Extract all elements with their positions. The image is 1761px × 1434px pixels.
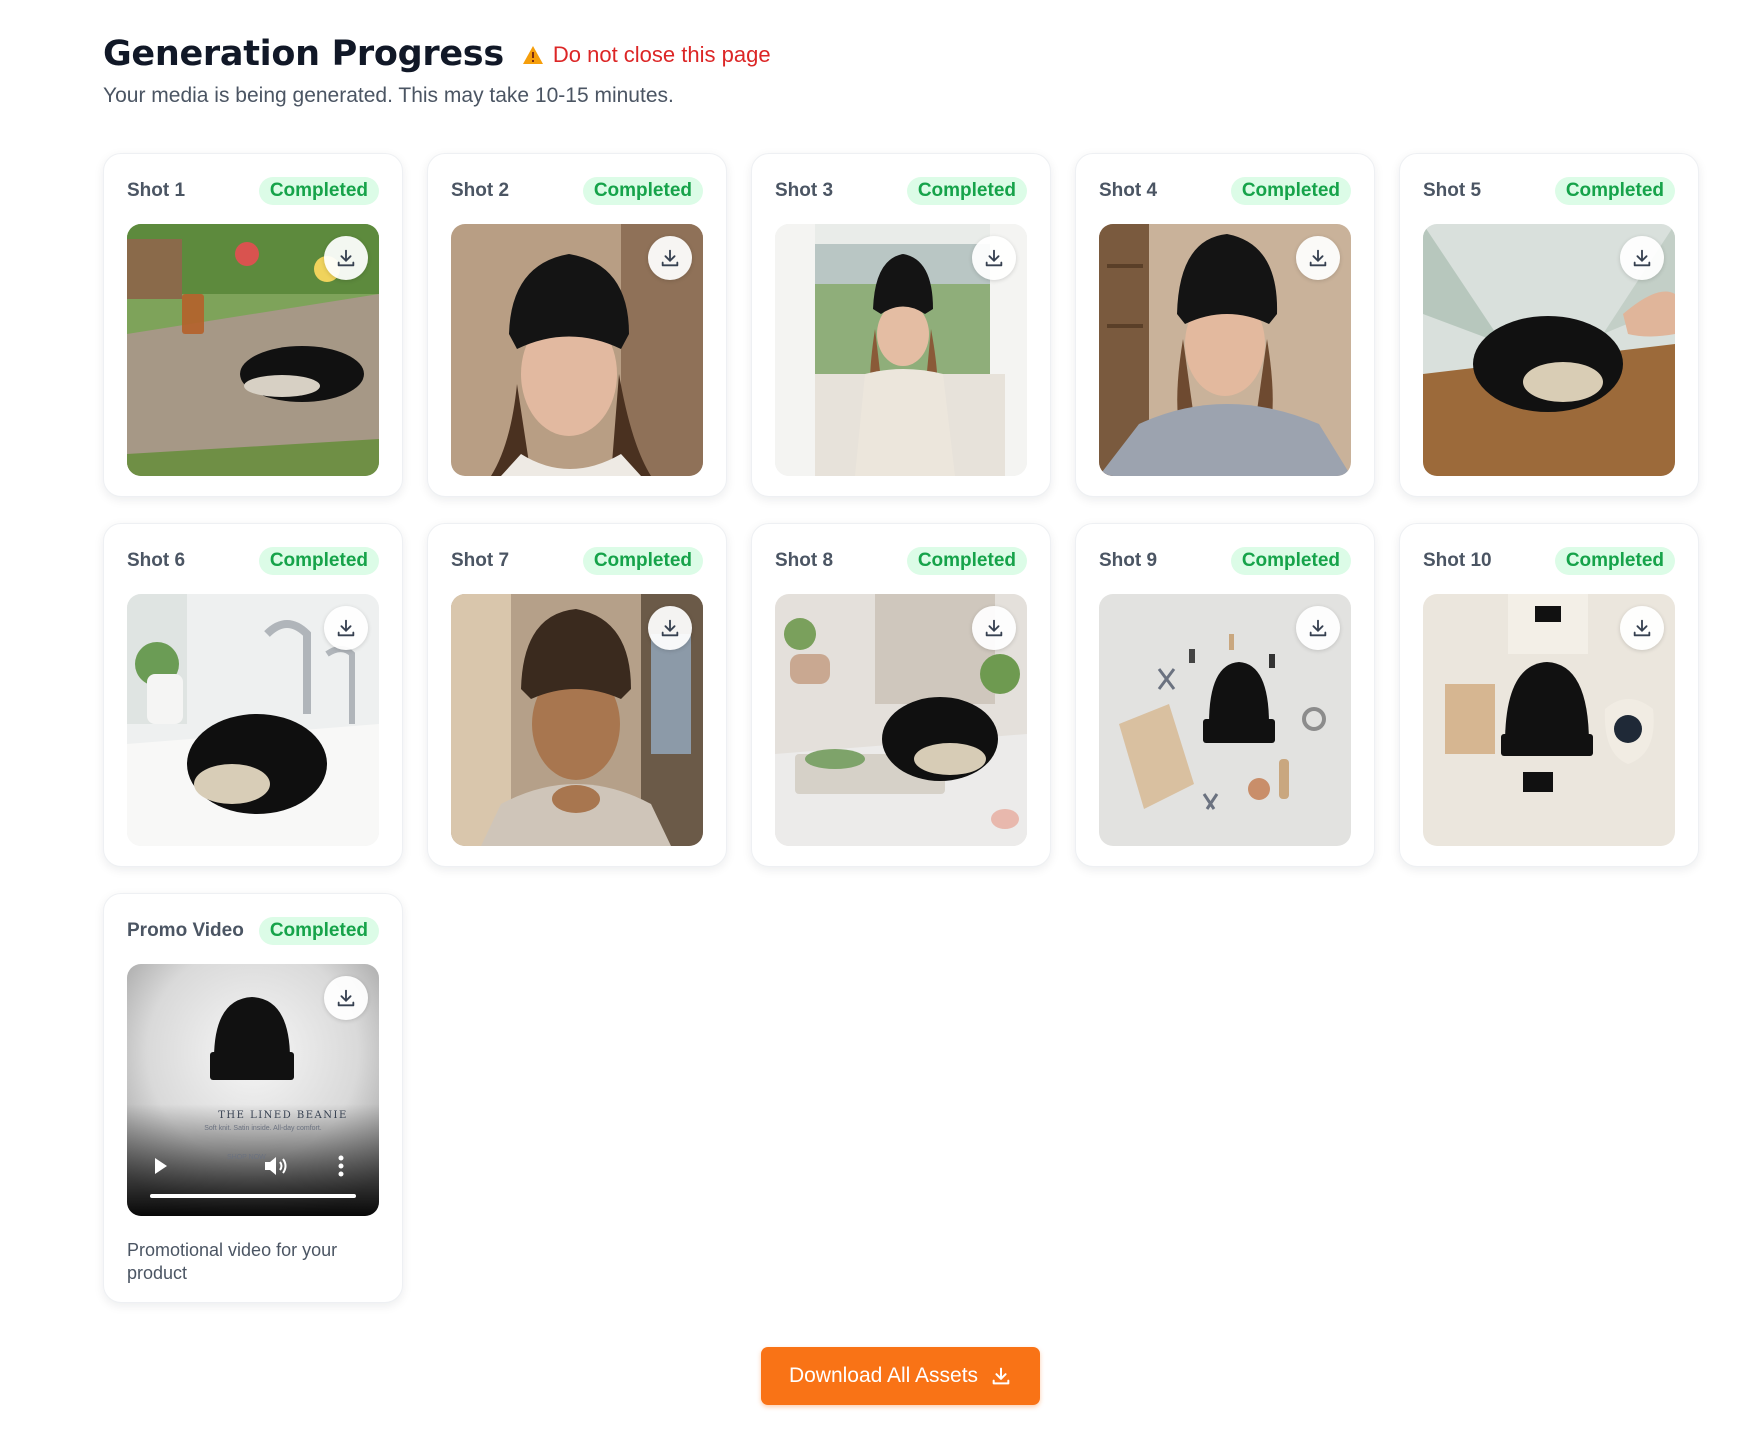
- shot-label: Shot 6: [127, 550, 186, 571]
- download-icon: [1633, 249, 1651, 267]
- download-icon: [337, 619, 355, 637]
- card-header: Shot 1 Completed: [127, 176, 379, 206]
- shot-image[interactable]: [1099, 224, 1351, 476]
- download-button[interactable]: [648, 236, 692, 280]
- warning-text: Do not close this page: [552, 42, 771, 67]
- shot-card-3: Shot 3 Completed: [751, 153, 1051, 497]
- download-icon: [661, 619, 679, 637]
- play-icon[interactable]: [153, 1156, 169, 1176]
- page-header: Generation Progress Do not close this pa…: [103, 34, 771, 108]
- status-badge: Completed: [582, 547, 703, 575]
- download-button[interactable]: [1296, 606, 1340, 650]
- shot-label: Shot 8: [775, 550, 834, 571]
- shot-label: Shot 9: [1099, 550, 1158, 571]
- status-badge: Completed: [1554, 547, 1675, 575]
- shot-label: Shot 1: [127, 180, 186, 201]
- shot-image[interactable]: [451, 224, 703, 476]
- shot-label: Shot 7: [451, 550, 510, 571]
- shot-image[interactable]: [775, 224, 1027, 476]
- download-button[interactable]: [1296, 236, 1340, 280]
- more-vertical-icon[interactable]: [337, 1154, 345, 1178]
- shot-image[interactable]: [1423, 224, 1675, 476]
- shot-image[interactable]: [1099, 594, 1351, 846]
- shot-label: Shot 4: [1099, 180, 1158, 201]
- card-header: Promo Video Completed: [127, 916, 379, 946]
- promo-video-card: Promo Video Completed THE LINED BEANIE S…: [103, 893, 403, 1303]
- video-controls: [127, 1126, 379, 1216]
- shot-card-6: Shot 6 Completed: [103, 523, 403, 867]
- download-icon: [661, 249, 679, 267]
- status-badge: Completed: [258, 547, 379, 575]
- close-warning: Do not close this page: [522, 42, 771, 68]
- status-badge: Completed: [906, 177, 1027, 205]
- download-icon: [1633, 619, 1651, 637]
- download-icon: [985, 619, 1003, 637]
- download-button[interactable]: [972, 236, 1016, 280]
- video-overlay-title: THE LINED BEANIE: [218, 1110, 348, 1121]
- shot-label: Shot 3: [775, 180, 834, 201]
- shot-card-10: Shot 10 Completed: [1399, 523, 1699, 867]
- shot-card-4: Shot 4 Completed: [1075, 153, 1375, 497]
- download-all-button[interactable]: Download All Assets: [761, 1347, 1040, 1405]
- download-button[interactable]: [648, 606, 692, 650]
- shot-card-5: Shot 5 Completed: [1399, 153, 1699, 497]
- status-badge: Completed: [582, 177, 703, 205]
- shot-image[interactable]: [1423, 594, 1675, 846]
- card-header: Shot 10 Completed: [1423, 546, 1675, 576]
- shot-card-1: Shot 1 Completed: [103, 153, 403, 497]
- download-icon: [985, 249, 1003, 267]
- status-badge: Completed: [1230, 177, 1351, 205]
- shot-card-2: Shot 2 Completed: [427, 153, 727, 497]
- card-header: Shot 3 Completed: [775, 176, 1027, 206]
- shot-label: Shot 5: [1423, 180, 1482, 201]
- card-header: Shot 6 Completed: [127, 546, 379, 576]
- card-header: Shot 5 Completed: [1423, 176, 1675, 206]
- download-button[interactable]: [324, 976, 368, 1020]
- shot-label: Shot 2: [451, 180, 510, 201]
- download-button[interactable]: [324, 236, 368, 280]
- volume-icon[interactable]: [263, 1154, 289, 1178]
- video-player[interactable]: THE LINED BEANIE Soft knit. Satin inside…: [127, 964, 379, 1216]
- page-title: Generation Progress: [103, 34, 504, 74]
- card-header: Shot 8 Completed: [775, 546, 1027, 576]
- download-button[interactable]: [972, 606, 1016, 650]
- warning-triangle-icon: [522, 46, 543, 64]
- title-row: Generation Progress Do not close this pa…: [103, 34, 771, 74]
- download-icon: [1309, 249, 1327, 267]
- video-progress-bar[interactable]: [150, 1194, 356, 1198]
- shot-image[interactable]: [451, 594, 703, 846]
- status-badge: Completed: [258, 917, 379, 945]
- shot-card-7: Shot 7 Completed: [427, 523, 727, 867]
- download-icon: [1309, 619, 1327, 637]
- video-caption: Promotional video for your product: [127, 1240, 338, 1283]
- card-header: Shot 4 Completed: [1099, 176, 1351, 206]
- download-all-label: Download All Assets: [788, 1364, 979, 1387]
- page-subtitle: Your media is being generated. This may …: [103, 84, 674, 107]
- shot-image[interactable]: [775, 594, 1027, 846]
- shot-image[interactable]: [127, 224, 379, 476]
- status-badge: Completed: [258, 177, 379, 205]
- download-button[interactable]: [1620, 606, 1664, 650]
- download-button[interactable]: [1620, 236, 1664, 280]
- download-icon: [992, 1367, 1010, 1385]
- download-icon: [337, 989, 355, 1007]
- shot-label: Shot 10: [1423, 550, 1492, 571]
- status-badge: Completed: [1554, 177, 1675, 205]
- shot-card-9: Shot 9 Completed: [1075, 523, 1375, 867]
- video-label: Promo Video: [127, 920, 244, 941]
- shot-image[interactable]: [127, 594, 379, 846]
- download-icon: [337, 249, 355, 267]
- status-badge: Completed: [1230, 547, 1351, 575]
- status-badge: Completed: [906, 547, 1027, 575]
- card-header: Shot 2 Completed: [451, 176, 703, 206]
- card-header: Shot 9 Completed: [1099, 546, 1351, 576]
- card-header: Shot 7 Completed: [451, 546, 703, 576]
- download-button[interactable]: [324, 606, 368, 650]
- shot-card-8: Shot 8 Completed: [751, 523, 1051, 867]
